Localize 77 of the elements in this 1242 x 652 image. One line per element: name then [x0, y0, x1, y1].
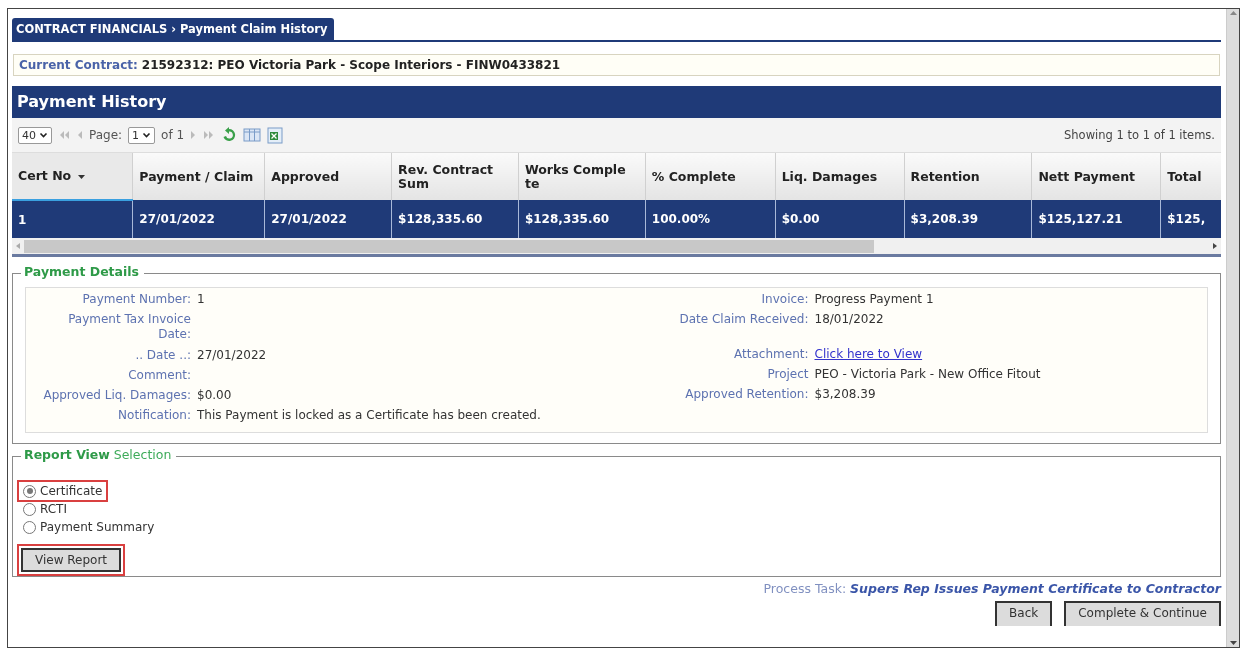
column-header[interactable]: % Complete [645, 153, 776, 200]
table-cell: 27/01/2022 [264, 200, 392, 238]
view-report-button[interactable]: View Report [21, 548, 122, 572]
columns-icon[interactable] [243, 127, 262, 143]
field-label: Attachment: [733, 347, 809, 362]
chevron-down-icon [142, 131, 152, 139]
column-header[interactable]: Payment / Claim [132, 153, 265, 200]
section-legend: Report View Selection [24, 448, 172, 462]
column-header[interactable]: Approved [264, 153, 392, 200]
field-label: Comment: [127, 368, 191, 383]
continue-button[interactable]: Complete & Continue [1064, 601, 1221, 626]
scroll-down-icon [1228, 639, 1238, 647]
report-option[interactable]: Payment Summary [19, 518, 159, 536]
column-header[interactable]: Rev. Contract Sum [391, 153, 519, 200]
refresh-icon[interactable] [221, 127, 238, 143]
field-value: PEO - Victoria Park - New Office Fitout [814, 367, 1042, 382]
table-cell: $3,208.39 [904, 200, 1032, 238]
table-cell: $128,335.60 [518, 200, 646, 238]
attachment-link[interactable]: Click here to View [814, 347, 923, 361]
last-page-icon [203, 130, 216, 140]
field-label: Invoice: [760, 292, 809, 307]
radio-button[interactable] [23, 502, 36, 516]
field-label: Approved Retention: [684, 387, 809, 402]
field-value: This Payment is locked as a Certificate has been created. [197, 408, 542, 423]
scroll-right-icon [1212, 242, 1218, 250]
chevron-down-icon [39, 131, 48, 139]
field-label: Approved Liq. Damages: [42, 388, 191, 403]
sort-caret-icon [77, 174, 87, 180]
table-cell: $128,335.60 [391, 200, 519, 238]
scroll-left-icon [15, 242, 21, 250]
contract-label: Current Contract: [19, 58, 138, 72]
field-value: $3,208.39 [814, 387, 877, 402]
items-count: Showing 1 to 1 of 1 items. [1064, 128, 1215, 142]
report-option[interactable]: Certificate [19, 482, 107, 500]
column-header[interactable]: Total [1160, 153, 1221, 200]
column-header[interactable]: Cert No [12, 153, 133, 200]
back-button[interactable]: Back [995, 601, 1053, 626]
breadcrumb-tab[interactable]: CONTRACT FINANCIALS › Payment Claim History [12, 18, 334, 40]
table-cell: 27/01/2022 [132, 200, 265, 238]
column-header[interactable]: Liq. Damages [775, 153, 905, 200]
page-dropdown[interactable]: 1 [128, 126, 156, 144]
field-value: 27/01/2022 [197, 348, 268, 363]
scroll-up-icon [1228, 9, 1238, 17]
previous-page-icon [76, 130, 83, 140]
table-cell: 100.00% [645, 200, 776, 238]
field-label: Payment Tax Invoice Date: [67, 312, 191, 342]
field-label: Project [766, 367, 809, 382]
spreadsheet-export-icon[interactable] [267, 126, 284, 144]
field-label: Payment Number: [81, 292, 191, 307]
page-size-dropdown[interactable]: 40 [18, 126, 52, 144]
column-header[interactable]: Nett Payment [1031, 153, 1161, 200]
field-value: Progress Payment 1 [814, 292, 935, 307]
field-value: $0.00 [197, 388, 233, 403]
page-label: Page: [89, 128, 123, 142]
radio-button[interactable] [23, 484, 36, 498]
field-value: 18/01/2022 [814, 312, 885, 327]
table-cell: $125, [1160, 200, 1221, 238]
field-label: .. Date ..: [134, 348, 191, 363]
scrollbar-thumb[interactable] [24, 240, 874, 253]
grid-title: Payment History [12, 86, 1221, 118]
table-row[interactable]: 1 27/01/2022 27/01/2022 $128,335.60 $128,335.60 100.00% $0.00 $3,208.39 $125,127.21 $125, [12, 200, 1221, 238]
field-value: 1 [197, 292, 206, 307]
next-page-icon [190, 130, 198, 140]
radio-button[interactable] [23, 520, 36, 534]
column-header[interactable]: Retention [904, 153, 1032, 200]
process-task: Process Task: Supers Rep Issues Payment Certificate to Contractor [762, 581, 1221, 596]
field-label: Date Claim Received: [678, 312, 809, 327]
first-page-icon [58, 130, 70, 140]
column-header[interactable]: Works Comple te [518, 153, 646, 200]
table-cell: $0.00 [775, 200, 905, 238]
section-legend: Payment Details [24, 264, 140, 279]
field-label: Notification: [117, 408, 191, 423]
report-option[interactable]: RCTI [19, 500, 71, 518]
page-count: of 1 [161, 128, 185, 142]
contract-value: 21592312: PEO Victoria Park - Scope Interiors - FINW0433821 [141, 58, 561, 72]
table-cell: $125,127.21 [1031, 200, 1161, 238]
table-cell: 1 [12, 200, 133, 238]
